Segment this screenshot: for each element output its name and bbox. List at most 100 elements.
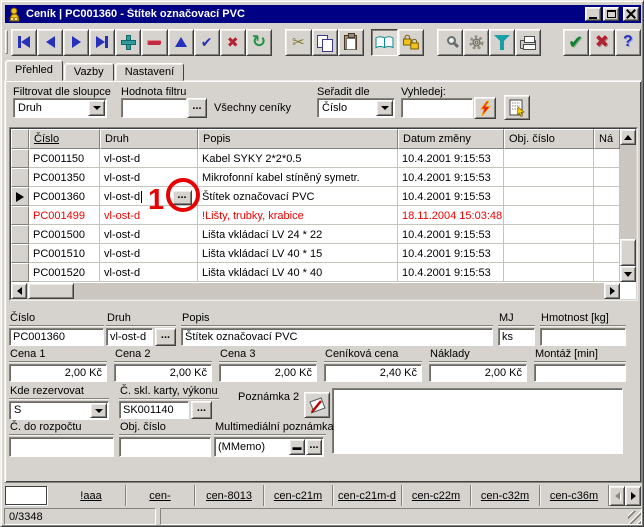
grid-cell-na[interactable] [594, 187, 620, 206]
grid-cell-na[interactable] [594, 225, 620, 244]
grid-column-header-popis[interactable]: Popis [198, 129, 398, 149]
cenikova-cena-input[interactable]: 2,40 Kč [324, 364, 422, 382]
obj-cislo-input[interactable] [119, 437, 211, 457]
cut-button[interactable]: ✂ [285, 29, 311, 56]
chevron-down-icon[interactable] [90, 403, 107, 418]
mm-poznamka-control[interactable]: (MMemo) ▬ ... [214, 437, 324, 457]
row-indicator[interactable] [11, 206, 29, 225]
insert-record-button[interactable] [115, 29, 141, 56]
grid-cell-cislo[interactable]: PC001150 [29, 149, 100, 168]
grid-cell-obj[interactable] [504, 225, 594, 244]
tab-vazby[interactable]: Vazby [64, 63, 114, 81]
grid-cell-obj[interactable] [504, 168, 594, 187]
grid-cell-na[interactable] [594, 244, 620, 263]
skl-karta-ellipsis-button[interactable]: ... [191, 401, 212, 419]
search-button[interactable] [437, 29, 463, 56]
grid-cell-datum[interactable]: 10.4.2001 9:15:53 [398, 187, 504, 206]
grid-row-PC001499[interactable]: PC001499vl-ost-d!Lišty, trubky, krabice1… [11, 206, 636, 225]
scroll-left-button[interactable] [11, 283, 27, 299]
druh-ellipsis-button[interactable]: ... [155, 328, 176, 346]
chevron-down-icon[interactable] [88, 100, 105, 116]
grid-cell-druh[interactable]: vl-ost-d [100, 244, 198, 263]
vertical-scroll-thumb[interactable] [620, 239, 636, 266]
cena3-input[interactable]: 2,00 Kč [219, 364, 317, 382]
filter-column-combo[interactable]: Druh [13, 98, 107, 118]
grid-cell-obj[interactable] [504, 206, 594, 225]
mm-poznamka-clear-button[interactable]: ▬ [289, 439, 305, 455]
browse-book-button[interactable] [371, 29, 397, 56]
row-indicator[interactable] [11, 263, 29, 282]
pricelist-quick-filter-box[interactable] [5, 486, 47, 505]
grid-cell-na[interactable] [594, 206, 620, 225]
grid-row-PC001510[interactable]: PC001510vl-ost-dLišta vkládací LV 40 * 1… [11, 244, 636, 263]
filter-value-ellipsis-button[interactable]: ... [187, 98, 207, 118]
grid-row-PC001350[interactable]: PC001350vl-ost-dMikrofonní kabel stíněný… [11, 168, 636, 187]
bottom-tab-cen-c21m[interactable]: cen-c21m [264, 485, 333, 506]
row-indicator[interactable] [11, 168, 29, 187]
row-indicator[interactable] [11, 149, 29, 168]
grid-cell-popis[interactable]: Mikrofonní kabel stíněný symetr. [198, 168, 398, 187]
popis-input[interactable]: Štítek označovací PVC [181, 328, 493, 346]
mj-input[interactable]: ks [498, 328, 535, 346]
ok-button[interactable]: ✔ [563, 29, 589, 56]
grid-cell-popis[interactable]: Lišta vkládací LV 24 * 22 [198, 225, 398, 244]
grid-cell-popis[interactable]: Štítek označovací PVC [198, 187, 398, 206]
bottom-tab-cen-c21m-d[interactable]: cen-c21m-d [333, 485, 402, 506]
grid-cell-popis[interactable]: Kabel SYKY 2*2*0.5 [198, 149, 398, 168]
scroll-up-button[interactable] [620, 129, 636, 145]
search-input[interactable] [401, 98, 473, 118]
grid-cell-na[interactable] [594, 263, 620, 282]
prior-record-button[interactable] [37, 29, 63, 56]
horizontal-scroll-thumb[interactable] [28, 283, 74, 299]
last-record-button[interactable] [89, 29, 115, 56]
grid-column-header-na[interactable]: Ná [594, 129, 620, 149]
poznamka2-textarea[interactable] [332, 388, 623, 454]
scroll-down-button[interactable] [620, 266, 636, 282]
bottom-tab-cen-8013[interactable]: cen-8013 [195, 485, 264, 506]
filter-button[interactable] [489, 29, 515, 56]
grid-row-PC001500[interactable]: PC001500vl-ost-dLišta vkládací LV 24 * 2… [11, 225, 636, 244]
tabs-scroll-left-button[interactable] [609, 486, 625, 506]
grid-cell-datum[interactable]: 10.4.2001 9:15:53 [398, 225, 504, 244]
row-indicator[interactable] [11, 244, 29, 263]
lock-button[interactable] [398, 29, 424, 56]
c-do-rozpoctu-input[interactable] [9, 437, 114, 457]
delete-record-button[interactable] [141, 29, 167, 56]
naklady-input[interactable]: 2,00 Kč [429, 364, 527, 382]
tab-nastaveni[interactable]: Nastavení [115, 63, 185, 81]
grid-cell-cislo[interactable]: PC001510 [29, 244, 100, 263]
grid-row-PC001520[interactable]: PC001520vl-ost-dLišta vkládací LV 40 * 4… [11, 263, 636, 282]
cislo-input[interactable]: PC001360 [9, 328, 104, 346]
montaz-input[interactable] [534, 364, 626, 382]
grid-vertical-scrollbar[interactable] [620, 129, 636, 282]
bottom-tab-cen-[interactable]: cen- [126, 485, 195, 506]
grid-cell-druh[interactable]: vl-ost-d [100, 263, 198, 282]
grid-cell-datum[interactable]: 10.4.2001 9:15:53 [398, 244, 504, 263]
cena1-input[interactable]: 2,00 Kč [9, 364, 107, 382]
grid-cell-cislo[interactable]: PC001520 [29, 263, 100, 282]
resize-grip[interactable] [628, 511, 641, 524]
sort-combo[interactable]: Číslo [317, 98, 395, 118]
report-button[interactable] [504, 95, 530, 120]
row-indicator[interactable] [11, 187, 29, 206]
tabs-scroll-right-button[interactable] [625, 486, 641, 506]
grid-cell-na[interactable] [594, 149, 620, 168]
grid-horizontal-scrollbar[interactable] [11, 283, 620, 299]
scroll-right-button[interactable] [604, 283, 620, 299]
copy-button[interactable] [312, 29, 338, 56]
grid-cell-obj[interactable] [504, 149, 594, 168]
grid-cell-cislo[interactable]: PC001360 [29, 187, 100, 206]
grid-cell-obj[interactable] [504, 263, 594, 282]
close-button[interactable] [623, 7, 639, 21]
bottom-tab-cen-c22m[interactable]: cen-c22m [402, 485, 471, 506]
grid-column-header-cislo[interactable]: Číslo [29, 129, 100, 149]
settings-button[interactable] [463, 29, 489, 56]
skl-karta-input[interactable]: SK001140 [119, 401, 189, 419]
poznamka2-edit-button[interactable] [304, 392, 330, 418]
grid-column-header-datum[interactable]: Datum změny [398, 129, 504, 149]
druh-input[interactable]: vl-ost-d [106, 328, 153, 346]
close-form-button[interactable]: ✖ [589, 29, 615, 56]
refresh-button[interactable]: ↻ [246, 29, 272, 56]
grid-cell-popis[interactable]: Lišta vkládací LV 40 * 40 [198, 263, 398, 282]
filter-value-input[interactable] [121, 98, 187, 118]
